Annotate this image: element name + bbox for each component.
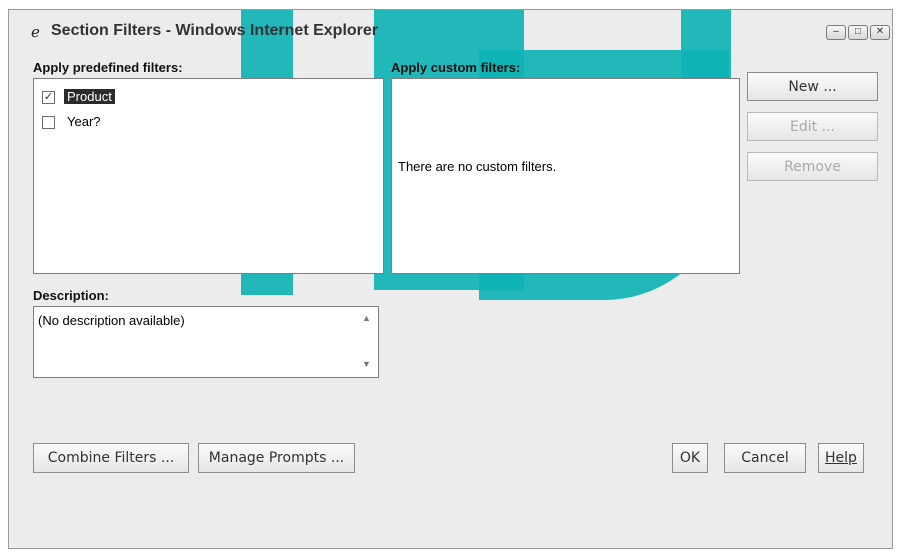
manage-prompts-button[interactable]: Manage Prompts ... [198,443,355,473]
description-box[interactable]: (No description available) ▲ ▼ [33,306,379,378]
no-custom-filters-text: There are no custom filters. [398,159,557,174]
filter-label-year: Year? [67,114,101,129]
description-heading: Description: [33,288,109,303]
custom-filters-heading: Apply custom filters: [391,60,521,75]
dialog-window: ℯ Section Filters - Windows Internet Exp… [8,9,893,549]
scroll-down-icon[interactable]: ▼ [362,359,371,369]
window-title: Section Filters - Windows Internet Explo… [51,22,379,39]
checkbox-year[interactable] [42,116,55,129]
predefined-filters-list[interactable]: ✓ Product Year? [33,78,384,274]
minimize-icon[interactable]: – [826,25,846,40]
description-text: (No description available) [38,313,185,328]
title-bar[interactable]: ℯ Section Filters - Windows Internet Exp… [9,10,892,46]
custom-filters-list[interactable]: There are no custom filters. [391,78,740,274]
remove-filter-button[interactable]: Remove [747,152,878,181]
filter-label-product: Product [64,89,115,104]
ok-button[interactable]: OK [672,443,708,473]
close-icon[interactable]: ✕ [870,25,890,40]
ie-icon: ℯ [31,24,40,41]
cancel-button[interactable]: Cancel [724,443,806,473]
combine-filters-button[interactable]: Combine Filters ... [33,443,189,473]
new-filter-button[interactable]: New ... [747,72,878,101]
scroll-up-icon[interactable]: ▲ [362,313,371,323]
predefined-filters-heading: Apply predefined filters: [33,60,183,75]
edit-filter-button[interactable]: Edit ... [747,112,878,141]
checkbox-product[interactable]: ✓ [42,91,55,104]
maximize-icon[interactable]: □ [848,25,868,40]
help-button[interactable]: Help [818,443,864,473]
